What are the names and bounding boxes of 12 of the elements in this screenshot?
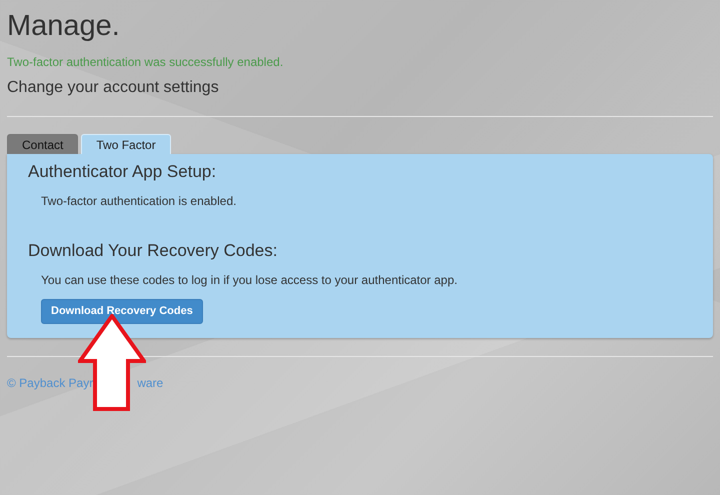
section-heading: Download Your Recovery Codes: (28, 241, 278, 261)
section-text: Two-factor authentication is enabled. (41, 194, 238, 208)
footer-text: © Payback Payr (7, 376, 94, 390)
success-message: Two-factor authentication was successfully enabled. (7, 55, 284, 69)
tab[interactable]: Contact (7, 134, 78, 154)
page-title: Manage. (7, 9, 121, 43)
page-subtitle: Change your account settings (7, 78, 220, 98)
section-text: You can use these codes to log in if you lose access to your authenticator app. (41, 273, 458, 287)
tab[interactable]: Two Factor (81, 134, 171, 154)
download-button[interactable]: Download Recovery Codes (41, 299, 203, 324)
section-heading: Authenticator App Setup: (28, 162, 218, 182)
footer-text: ware (137, 376, 164, 390)
